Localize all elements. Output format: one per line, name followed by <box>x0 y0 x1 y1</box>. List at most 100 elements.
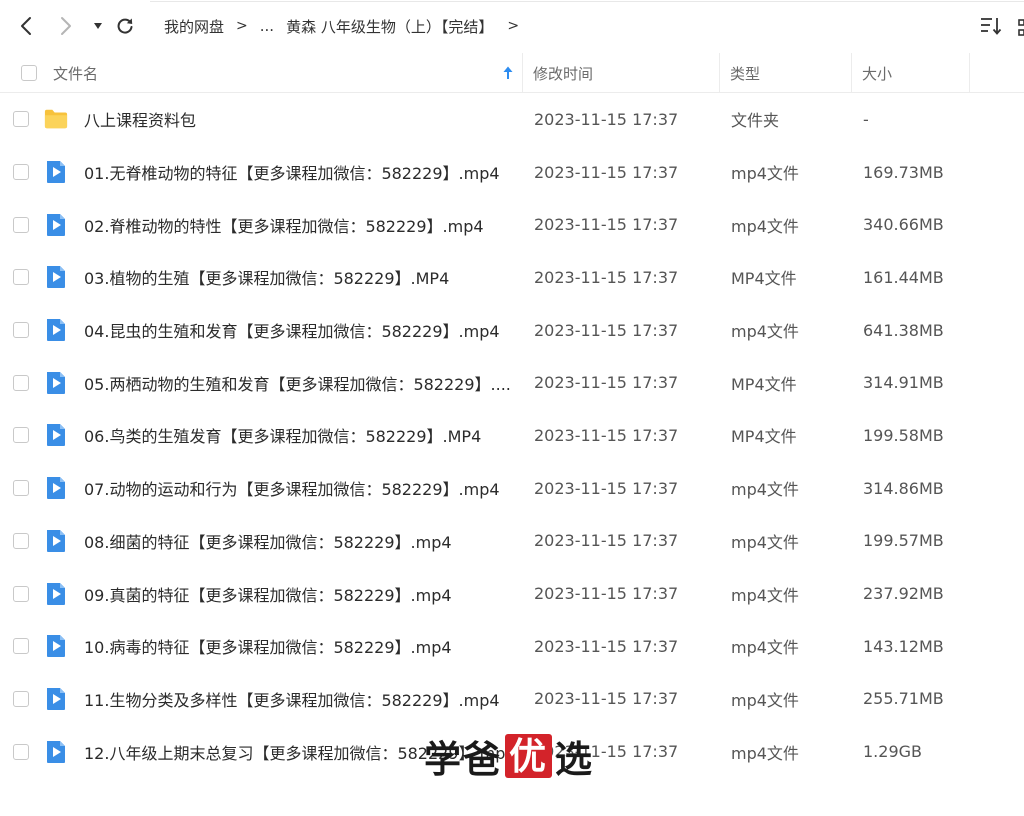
file-type: mp4文件 <box>731 532 799 552</box>
row-checkbox[interactable] <box>13 743 29 760</box>
breadcrumb-root[interactable]: 我的网盘 <box>164 16 224 37</box>
file-modified-time: 2023-11-15 17:37 <box>534 531 679 551</box>
row-checkbox-cell <box>13 515 29 568</box>
more-icon <box>1018 19 1024 36</box>
file-row[interactable]: 03.植物的生殖【更多课程加微信：582229】.MP4 2023-11-15 1… <box>0 251 1024 304</box>
file-name[interactable]: 八上课程资料包 <box>84 93 510 146</box>
row-checkbox[interactable] <box>13 638 29 655</box>
file-row[interactable]: 02.脊椎动物的特性【更多课程加微信：582229】.mp4 2023-11-15… <box>0 198 1024 251</box>
row-checkbox[interactable] <box>13 374 29 391</box>
forward-button[interactable] <box>54 14 78 38</box>
file-name[interactable]: 07.动物的运动和行为【更多课程加微信：582229】.mp4 <box>84 462 510 515</box>
file-name[interactable]: 01.无脊椎动物的特征【更多课程加微信：582229】.mp4 <box>84 146 510 199</box>
refresh-button[interactable] <box>113 14 137 38</box>
video-file-icon <box>44 620 68 673</box>
sort-list-icon <box>981 18 1002 35</box>
file-size: 340.66MB <box>863 215 944 235</box>
breadcrumb: 我的网盘 > ... 黄森 八年级生物（上）【完结】 > <box>164 14 531 38</box>
file-modified-time: 2023-11-15 17:37 <box>534 320 679 340</box>
video-file-icon <box>44 198 68 251</box>
file-row[interactable]: 04.昆虫的生殖和发育【更多课程加微信：582229】.mp4 2023-11-1… <box>0 304 1024 357</box>
file-modified-time: 2023-11-15 17:37 <box>534 373 679 393</box>
file-name[interactable]: 09.真菌的特征【更多课程加微信：582229】.mp4 <box>84 567 510 620</box>
folder-icon <box>44 93 68 146</box>
file-name[interactable]: 08.细菌的特征【更多课程加微信：582229】.mp4 <box>84 515 510 568</box>
file-row[interactable]: 10.病毒的特征【更多课程加微信：582229】.mp4 2023-11-15 1… <box>0 620 1024 673</box>
file-name[interactable]: 03.植物的生殖【更多课程加微信：582229】.MP4 <box>84 251 510 304</box>
file-row[interactable]: 八上课程资料包 2023-11-15 17:37 文件夹 - <box>0 93 1024 146</box>
watermark-text-part2: 优 <box>505 734 552 778</box>
more-options-button[interactable] <box>1016 18 1024 38</box>
file-modified-time: 2023-11-15 17:37 <box>534 636 679 656</box>
file-name[interactable]: 10.病毒的特征【更多课程加微信：582229】.mp4 <box>84 620 510 673</box>
row-checkbox[interactable] <box>13 427 29 444</box>
file-modified-time: 2023-11-15 17:37 <box>534 215 679 235</box>
file-size: 237.92MB <box>863 584 944 604</box>
row-checkbox[interactable] <box>13 216 29 233</box>
file-type: mp4文件 <box>731 638 799 658</box>
sort-ascending-indicator[interactable] <box>502 53 514 93</box>
select-all-checkbox[interactable] <box>21 65 37 81</box>
file-type: MP4文件 <box>731 269 797 289</box>
video-file-icon <box>44 515 68 568</box>
breadcrumb-separator: > <box>507 18 520 34</box>
file-name[interactable]: 06.鸟类的生殖发育【更多课程加微信：582229】.MP4 <box>84 409 510 462</box>
video-file-icon <box>44 146 68 199</box>
history-dropdown-button[interactable] <box>86 14 110 38</box>
row-checkbox[interactable] <box>13 690 29 707</box>
file-list-header: 文件名 修改时间 类型 大小 <box>0 53 1024 93</box>
row-checkbox[interactable] <box>13 585 29 602</box>
file-size: 161.44MB <box>863 267 944 287</box>
column-type-label: 类型 <box>730 64 761 83</box>
video-file-icon <box>44 356 68 409</box>
column-size-label: 大小 <box>862 64 893 83</box>
column-header-name[interactable]: 文件名 <box>53 53 98 93</box>
file-row[interactable]: 01.无脊椎动物的特征【更多课程加微信：582229】.mp4 2023-11-1… <box>0 146 1024 199</box>
file-row[interactable]: 06.鸟类的生殖发育【更多课程加微信：582229】.MP4 2023-11-15… <box>0 409 1024 462</box>
column-divider[interactable] <box>719 53 720 93</box>
file-type: mp4文件 <box>731 480 799 500</box>
file-row[interactable]: 08.细菌的特征【更多课程加微信：582229】.mp4 2023-11-15 1… <box>0 515 1024 568</box>
watermark-logo: 学爸优选 <box>424 733 594 781</box>
row-checkbox[interactable] <box>13 322 29 339</box>
file-size: 314.86MB <box>863 478 944 498</box>
row-checkbox-cell <box>13 725 29 778</box>
file-row[interactable]: 07.动物的运动和行为【更多课程加微信：582229】.mp4 2023-11-1… <box>0 462 1024 515</box>
row-checkbox[interactable] <box>13 111 29 128</box>
row-checkbox[interactable] <box>13 164 29 181</box>
file-type: 文件夹 <box>731 111 780 131</box>
video-file-icon <box>44 725 68 778</box>
column-divider[interactable] <box>969 53 970 93</box>
file-name[interactable]: 11.生物分类及多样性【更多课程加微信：582229】.mp4 <box>84 673 510 726</box>
column-divider[interactable] <box>851 53 852 93</box>
row-checkbox[interactable] <box>13 532 29 549</box>
file-type: mp4文件 <box>731 690 799 710</box>
watermark-text-part1: 学爸 <box>424 737 502 781</box>
row-checkbox-cell <box>13 198 29 251</box>
column-header-size[interactable]: 大小 <box>862 53 892 93</box>
breadcrumb-ellipsis[interactable]: ... <box>260 17 274 35</box>
row-checkbox[interactable] <box>13 480 29 497</box>
row-checkbox-cell <box>13 251 29 304</box>
file-row[interactable]: 09.真菌的特征【更多课程加微信：582229】.mp4 2023-11-15 1… <box>0 567 1024 620</box>
file-modified-time: 2023-11-15 17:37 <box>534 584 679 604</box>
file-modified-time: 2023-11-15 17:37 <box>534 478 679 498</box>
file-row[interactable]: 05.两栖动物的生殖和发育【更多课程加微信：582229】.... 2023-11… <box>0 356 1024 409</box>
file-row[interactable]: 11.生物分类及多样性【更多课程加微信：582229】.mp4 2023-11-1… <box>0 673 1024 726</box>
caret-down-icon <box>94 23 102 29</box>
file-type: mp4文件 <box>731 585 799 605</box>
sort-button[interactable] <box>980 16 1002 36</box>
back-button[interactable] <box>14 14 38 38</box>
file-name[interactable]: 02.脊椎动物的特性【更多课程加微信：582229】.mp4 <box>84 198 510 251</box>
column-divider[interactable] <box>522 53 523 93</box>
row-checkbox[interactable] <box>13 269 29 286</box>
file-name[interactable]: 04.昆虫的生殖和发育【更多课程加微信：582229】.mp4 <box>84 304 510 357</box>
file-type: mp4文件 <box>731 743 799 763</box>
column-header-type[interactable]: 类型 <box>730 53 760 93</box>
file-size: 641.38MB <box>863 320 944 340</box>
file-name[interactable]: 05.两栖动物的生殖和发育【更多课程加微信：582229】.... <box>84 356 510 409</box>
column-header-modified[interactable]: 修改时间 <box>533 53 593 93</box>
breadcrumb-current-folder[interactable]: 黄森 八年级生物（上）【完结】 <box>286 16 493 37</box>
row-checkbox-cell <box>13 146 29 199</box>
video-file-icon <box>44 673 68 726</box>
